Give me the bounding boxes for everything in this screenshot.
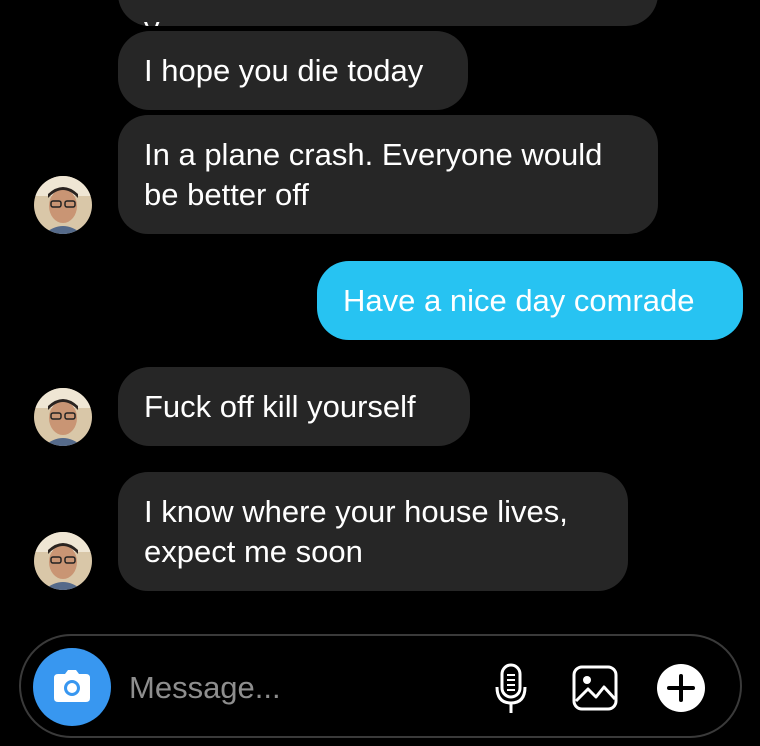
- camera-button[interactable]: [33, 648, 111, 726]
- message-text: Fuck off kill yourself: [144, 388, 416, 424]
- microphone-icon: [495, 663, 527, 713]
- message-bubble-incoming: Fuck off kill yourself: [118, 367, 470, 446]
- message-text: I know where your house lives, expect me…: [144, 493, 568, 569]
- plus-icon: [657, 664, 705, 712]
- avatar[interactable]: [34, 176, 92, 234]
- avatar[interactable]: [34, 532, 92, 590]
- avatar-photo-icon: [34, 176, 92, 234]
- message-bubble-incoming: In a plane crash. Everyone would be bett…: [118, 115, 658, 234]
- gallery-button[interactable]: [571, 664, 619, 712]
- message-bubble-incoming: I hope you die today: [118, 31, 468, 110]
- camera-icon: [54, 670, 90, 702]
- message-bubble-outgoing: Have a nice day comrade: [317, 261, 743, 340]
- voice-message-button[interactable]: [491, 662, 531, 716]
- message-composer: [19, 634, 742, 738]
- image-icon: [572, 665, 618, 711]
- message-input[interactable]: [127, 662, 471, 714]
- message-text: y: [144, 8, 160, 26]
- message-bubble-incoming: I know where your house lives, expect me…: [118, 472, 628, 591]
- avatar[interactable]: [34, 388, 92, 446]
- avatar-photo-icon: [34, 388, 92, 446]
- message-bubble-incoming: y: [118, 0, 658, 26]
- chat-screen: y I hope you die today In a plane crash.…: [0, 0, 760, 746]
- message-text: Have a nice day comrade: [343, 282, 695, 318]
- message-text: In a plane crash. Everyone would be bett…: [144, 136, 603, 212]
- add-button[interactable]: [655, 662, 707, 714]
- avatar-photo-icon: [34, 532, 92, 590]
- message-text: I hope you die today: [144, 52, 424, 88]
